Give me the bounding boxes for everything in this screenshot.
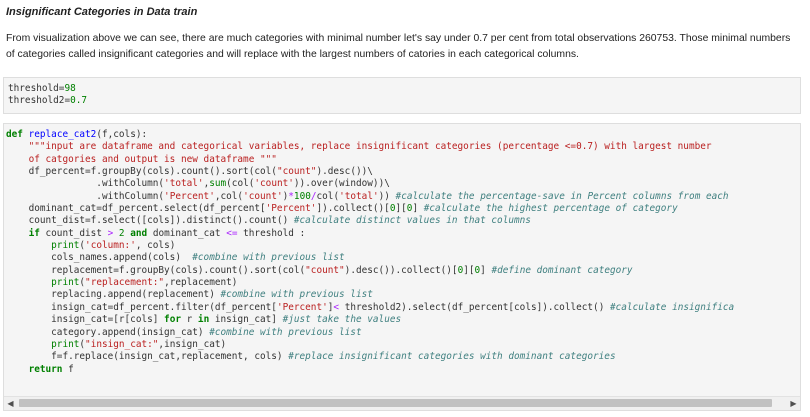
description-paragraph: From visualization above we can see, the… — [6, 33, 791, 60]
scrollbar-thumb[interactable] — [19, 399, 772, 407]
horizontal-scrollbar[interactable]: ◀ ▶ — [4, 396, 800, 410]
number-literal: 98 — [64, 83, 76, 94]
code-text: threshold2= — [8, 95, 71, 107]
number-literal: 0.7 — [70, 95, 88, 107]
code-cell-replace-function[interactable]: def replace_cat2(f,cols): """input are d… — [3, 123, 801, 411]
section-heading: Insignificant Categories in Data train — [6, 6, 198, 18]
code-viewport: def replace_cat2(f,cols): """input are d… — [4, 124, 800, 396]
code-editor[interactable]: threshold=98 threshold2=0.7 — [8, 83, 87, 108]
code-cell-thresholds[interactable]: threshold=98 threshold2=0.7 — [3, 77, 801, 114]
code-editor[interactable]: def replace_cat2(f,cols): """input are d… — [6, 129, 734, 376]
code-text: threshold= — [8, 83, 65, 94]
scroll-right-arrow-icon[interactable]: ▶ — [787, 397, 800, 410]
scroll-left-arrow-icon[interactable]: ◀ — [4, 397, 17, 410]
